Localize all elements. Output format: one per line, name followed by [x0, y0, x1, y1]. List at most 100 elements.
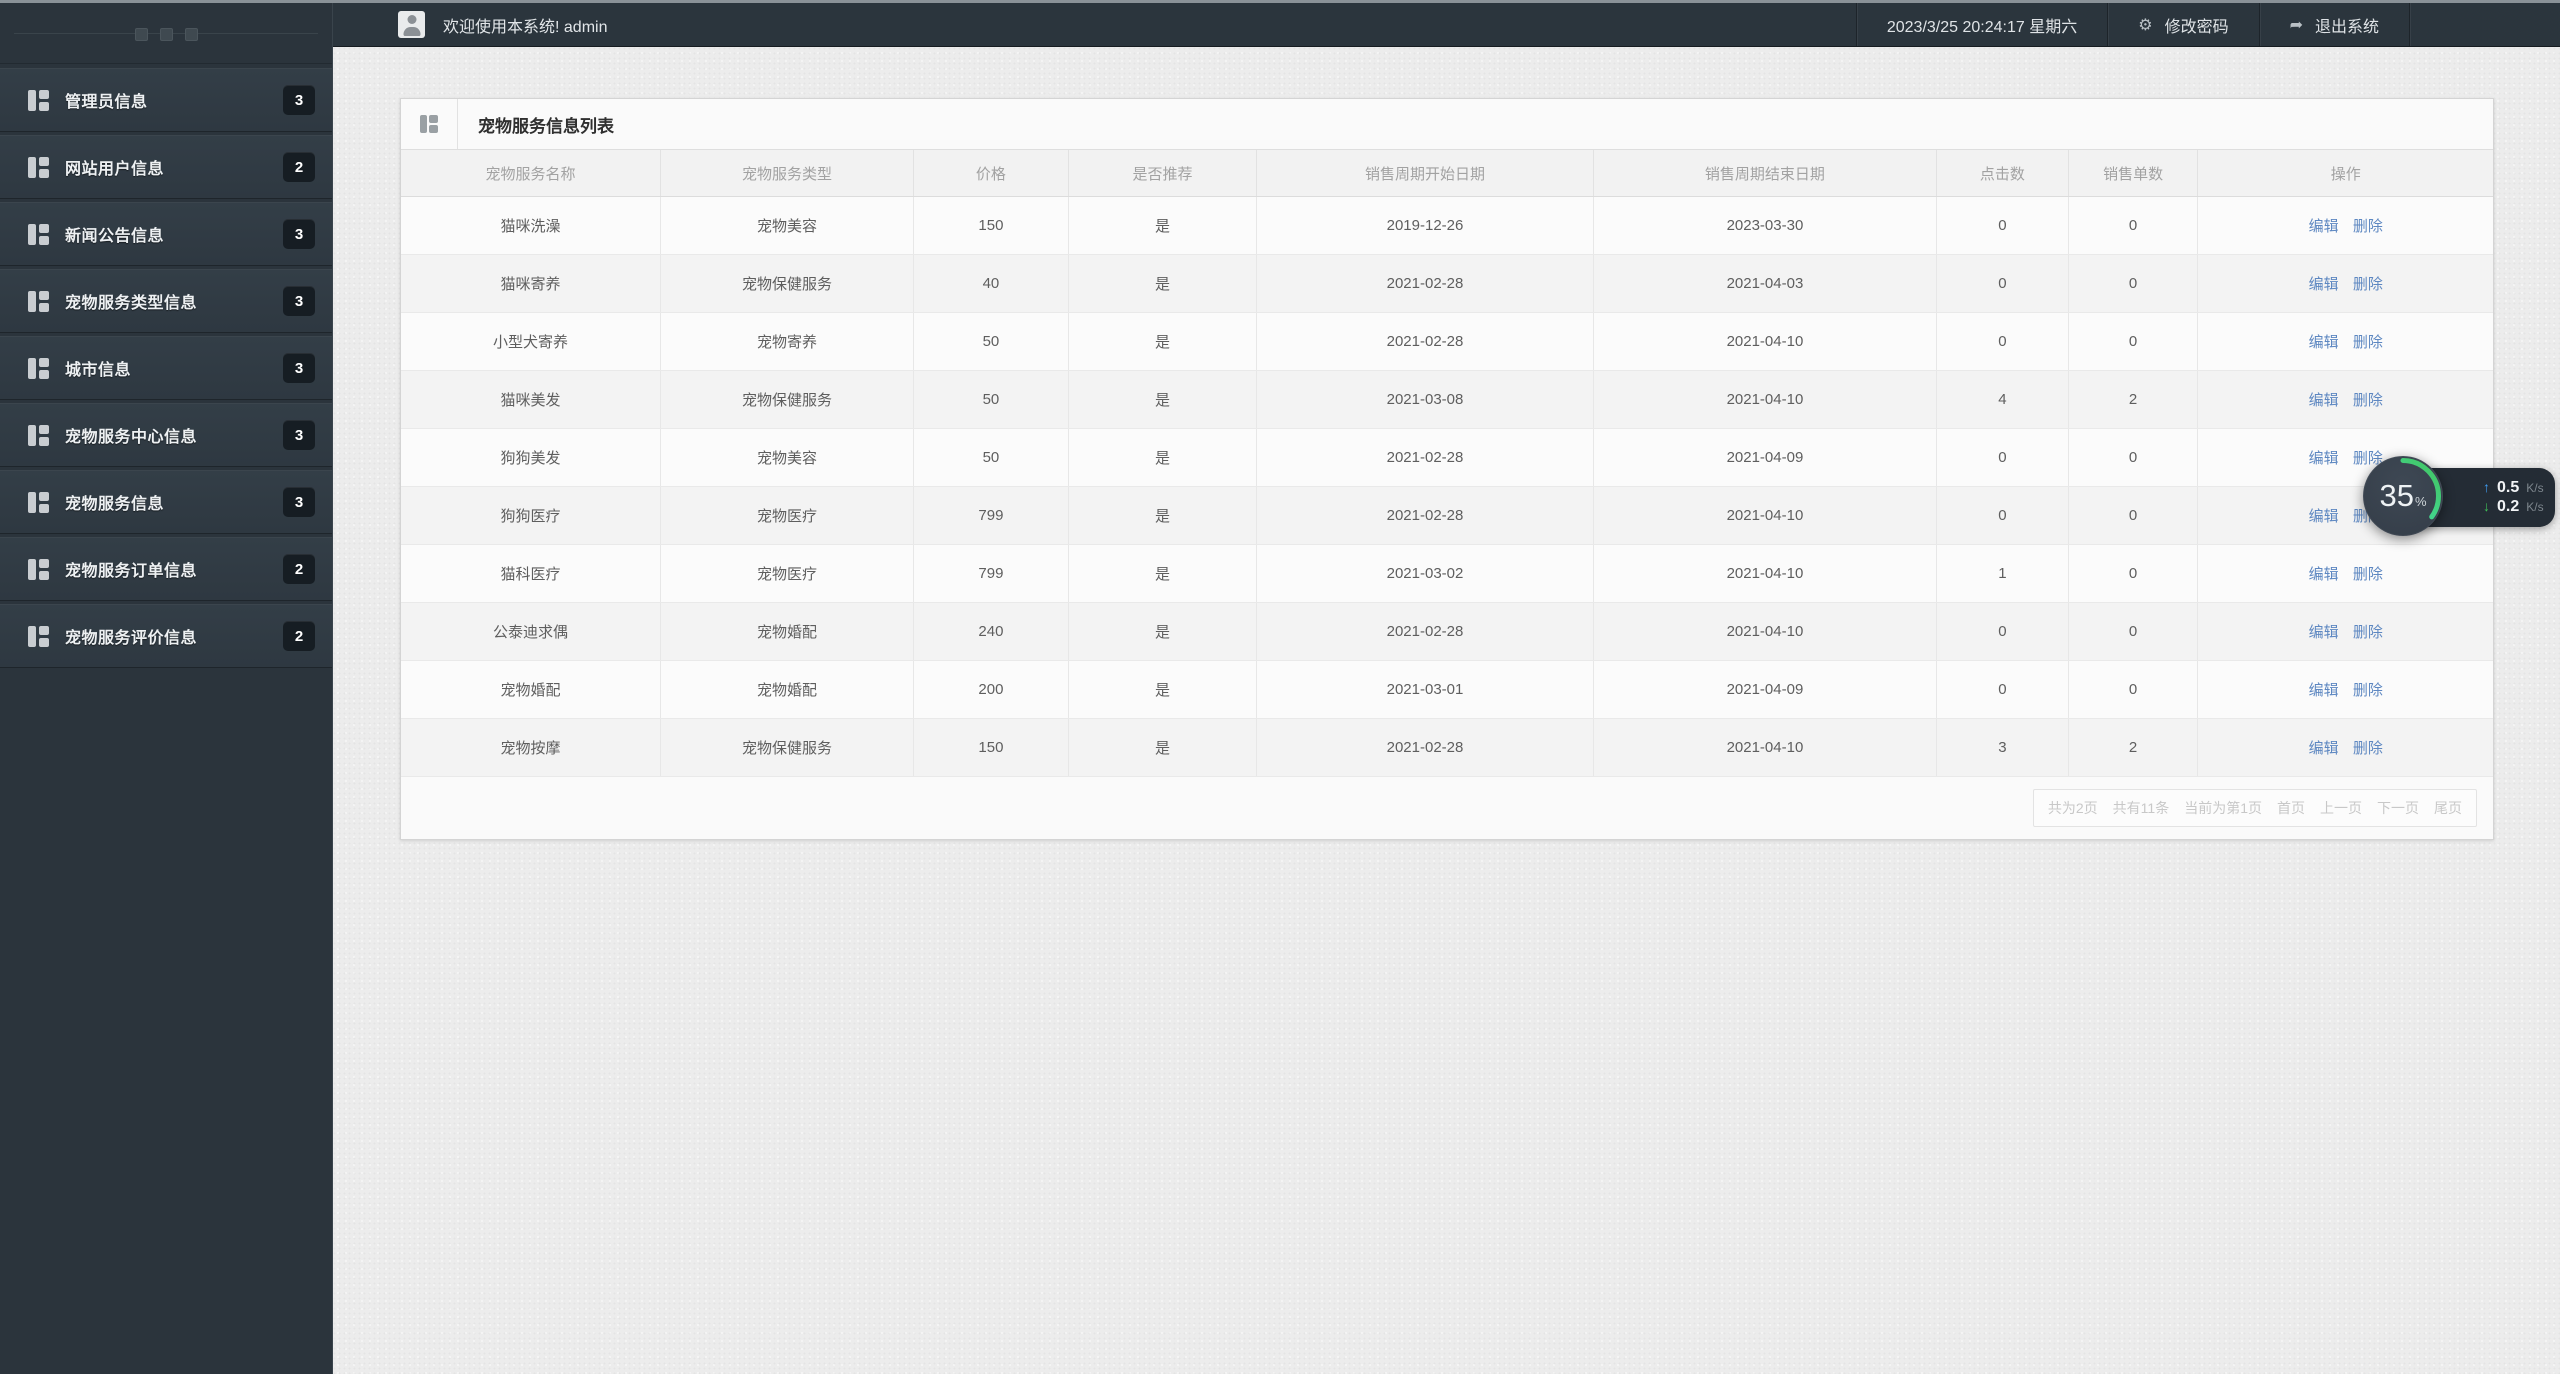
sidebar-menu-item[interactable]: 新闻公告信息 3: [0, 202, 332, 266]
sidebar-menu-item[interactable]: 城市信息 3: [0, 336, 332, 400]
sidebar-item-label: 城市信息: [65, 362, 132, 379]
grid-tile-icon: [28, 89, 49, 111]
sidebar-menu-item[interactable]: 宠物服务评价信息 2: [0, 604, 332, 668]
cell-start-date: 2021-02-28: [1256, 718, 1594, 777]
edit-link[interactable]: 编辑: [2309, 276, 2339, 293]
delete-link[interactable]: 删除: [2353, 218, 2383, 235]
grid-tile-icon: [28, 223, 49, 245]
delete-link[interactable]: 删除: [2353, 276, 2383, 293]
last-page-link[interactable]: 尾页: [2434, 798, 2462, 818]
cell-actions: 编辑 删除: [2197, 312, 2493, 371]
edit-link[interactable]: 编辑: [2309, 682, 2339, 699]
column-header: 销售周期结束日期: [1593, 150, 1937, 197]
sidebar-menu-item[interactable]: 宠物服务类型信息 3: [0, 269, 332, 333]
cell-end-date: 2021-04-10: [1593, 602, 1937, 661]
table-header-row: 宠物服务名称 宠物服务类型 价格 是否推荐 销售周期开始日期 销售周期结束日期 …: [401, 150, 2493, 197]
next-page-link[interactable]: 下一页: [2377, 798, 2419, 818]
cell-recommended: 是: [1068, 370, 1258, 429]
cell-service-type: 宠物婚配: [660, 602, 915, 661]
table-row: 猫咪洗澡 宠物美容 150 是 2019-12-26 2023-03-30 0 …: [401, 196, 2493, 255]
delete-link[interactable]: 删除: [2353, 566, 2383, 583]
cell-price: 200: [913, 660, 1069, 719]
panel-header: 宠物服务信息列表: [401, 99, 2493, 150]
cell-actions: 编辑 删除: [2197, 196, 2493, 255]
cell-recommended: 是: [1068, 718, 1258, 777]
table-row: 宠物按摩 宠物保健服务 150 是 2021-02-28 2021-04-10 …: [401, 718, 2493, 777]
cell-end-date: 2023-03-30: [1593, 196, 1937, 255]
logout-button[interactable]: ➦ 退出系统: [2260, 3, 2409, 46]
net-speed-widget[interactable]: ↑ 0.5 K/s ↓ 0.2 K/s 35 %: [2363, 456, 2560, 538]
column-header: 宠物服务类型: [660, 150, 915, 197]
sidebar-menu-item[interactable]: 网站用户信息 2: [0, 135, 332, 199]
cell-price: 150: [913, 718, 1069, 777]
upload-arrow-icon: ↑: [2483, 479, 2490, 495]
cell-orders: 0: [2068, 544, 2199, 603]
cell-orders: 0: [2068, 196, 2199, 255]
sidebar-header: [0, 3, 332, 64]
edit-link[interactable]: 编辑: [2309, 334, 2339, 351]
grid-tile-icon: [28, 156, 49, 178]
sidebar-menu-item[interactable]: 宠物服务信息 3: [0, 470, 332, 534]
cell-clicks: 0: [1936, 196, 2069, 255]
cell-clicks: 3: [1936, 718, 2069, 777]
cell-actions: 编辑 删除: [2197, 254, 2493, 313]
cell-start-date: 2021-03-02: [1256, 544, 1594, 603]
cell-clicks: 0: [1936, 602, 2069, 661]
column-header: 销售周期开始日期: [1256, 150, 1594, 197]
cell-service-name: 宠物婚配: [401, 660, 661, 719]
datetime-display: 2023/3/25 20:24:17 星期六: [1857, 3, 2107, 46]
edit-link[interactable]: 编辑: [2309, 508, 2339, 525]
topbar: 欢迎使用本系统! admin 2023/3/25 20:24:17 星期六 ⚙ …: [332, 3, 2560, 47]
grid-tile-icon: [28, 290, 49, 312]
column-header: 点击数: [1936, 150, 2069, 197]
cell-price: 50: [913, 370, 1069, 429]
delete-link[interactable]: 删除: [2353, 392, 2383, 409]
table-body: 猫咪洗澡 宠物美容 150 是 2019-12-26 2023-03-30 0 …: [401, 196, 2493, 777]
cell-service-name: 小型犬寄养: [401, 312, 661, 371]
page-count-label: 共为2页: [2047, 800, 2098, 816]
sidebar-menu-item[interactable]: 管理员信息 3: [0, 68, 332, 132]
sidebar-menu-item[interactable]: 宠物服务中心信息 3: [0, 403, 332, 467]
delete-link[interactable]: 删除: [2353, 740, 2383, 757]
datetime-text: 2023/3/25 20:24:17 星期六: [1886, 18, 2078, 36]
cell-orders: 0: [2068, 254, 2199, 313]
sidebar-item-label: 宠物服务信息: [65, 496, 165, 513]
cell-end-date: 2021-04-10: [1593, 718, 1937, 777]
edit-link[interactable]: 编辑: [2309, 392, 2339, 409]
user-avatar-icon: [398, 11, 425, 38]
download-arrow-icon: ↓: [2483, 498, 2490, 514]
column-header: 操作: [2197, 150, 2493, 197]
sidebar-menu-item[interactable]: 宠物服务订单信息 2: [0, 537, 332, 601]
column-header: 价格: [913, 150, 1069, 197]
prev-page-link[interactable]: 上一页: [2320, 798, 2362, 818]
grid-tile-icon: [28, 357, 49, 379]
sidebar-item-badge: 2: [283, 621, 315, 651]
change-password-button[interactable]: ⚙ 修改密码: [2108, 3, 2258, 46]
table-row: 猫科医疗 宠物医疗 799 是 2021-03-02 2021-04-10 1 …: [401, 544, 2493, 603]
delete-link[interactable]: 删除: [2353, 624, 2383, 641]
edit-link[interactable]: 编辑: [2309, 218, 2339, 235]
cell-service-name: 猫咪洗澡: [401, 196, 661, 255]
change-password-label: 修改密码: [2164, 18, 2229, 36]
cell-recommended: 是: [1068, 254, 1258, 313]
delete-link[interactable]: 删除: [2353, 682, 2383, 699]
cell-actions: 编辑 删除: [2197, 660, 2493, 719]
edit-link[interactable]: 编辑: [2309, 624, 2339, 641]
sidebar-item-label: 宠物服务评价信息: [65, 630, 198, 647]
sidebar-item-label: 新闻公告信息: [65, 228, 165, 245]
sidebar-collapse-dots[interactable]: [0, 28, 332, 41]
delete-link[interactable]: 删除: [2353, 334, 2383, 351]
edit-link[interactable]: 编辑: [2309, 740, 2339, 757]
grid-tile-icon: [28, 625, 49, 647]
pet-service-panel: 宠物服务信息列表 宠物服务名称 宠物服务类型 价格 是否推荐 销售周期开始日期 …: [400, 98, 2494, 840]
upload-speed-row: ↑ 0.5 K/s: [2483, 480, 2555, 496]
edit-link[interactable]: 编辑: [2309, 450, 2339, 467]
cell-recommended: 是: [1068, 312, 1258, 371]
edit-link[interactable]: 编辑: [2309, 566, 2339, 583]
table-row: 狗狗医疗 宠物医疗 799 是 2021-02-28 2021-04-10 0 …: [401, 486, 2493, 545]
grid-tile-icon: [420, 115, 438, 133]
cell-start-date: 2021-02-28: [1256, 486, 1594, 545]
cell-actions: 编辑 删除: [2197, 370, 2493, 429]
window-top-edge: [0, 0, 2560, 3]
first-page-link[interactable]: 首页: [2277, 798, 2305, 818]
